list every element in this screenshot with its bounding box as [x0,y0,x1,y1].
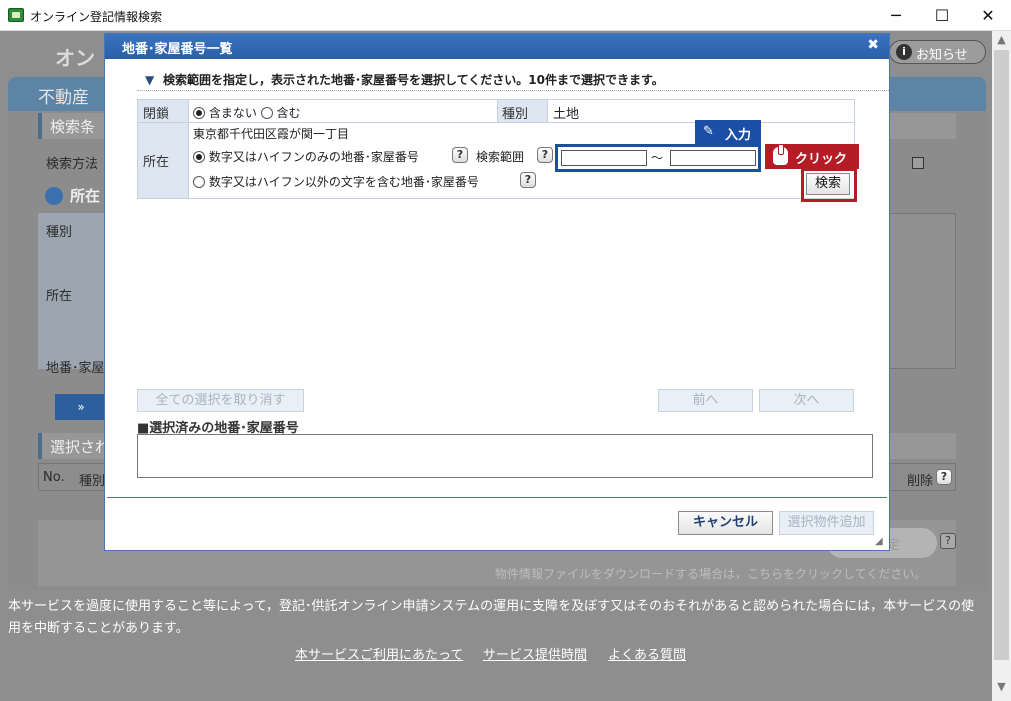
app-icon [8,8,24,22]
location-value: 東京都千代田区霞が関一丁目 [193,127,350,141]
divider [188,100,189,198]
footer-notice: 本サービスを過度に使用すること等によって，登記･供託オンライン申請システムの運用… [8,599,975,636]
input-callout: ✎ 入力 [695,120,761,145]
help-icon[interactable]: ? [520,172,536,188]
kind-value: 土地 [553,107,580,122]
instruction-text: 検索範囲を指定し，表示された地番･家屋番号を選択してください。10件まで選択でき… [163,73,664,87]
add-selected-button[interactable]: 選択物件追加 [779,511,874,535]
notice-label: お知らせ [916,48,968,63]
clear-all-button[interactable]: 全ての選択を取り消す [137,389,304,412]
search-button[interactable]: 検索 [806,173,850,195]
footer-link-faq[interactable]: よくある質問 [608,644,686,663]
scroll-up-icon[interactable]: ▲ [992,33,1011,51]
radio-exclude[interactable] [193,107,205,119]
range-to-input[interactable] [670,150,756,166]
lot-number-dialog: 地番･家屋番号一覧 ✖ ▼ 検索範囲を指定し，表示された地番･家屋番号を選択して… [104,33,890,551]
chevron-down-icon [45,187,63,205]
divider [497,100,498,122]
notice-button[interactable]: i お知らせ [889,40,986,64]
range-from-input[interactable] [561,150,647,166]
dialog-close-icon[interactable]: ✖ [867,37,879,53]
scroll-down-icon[interactable]: ▼ [992,680,1011,698]
bg-checkbox[interactable] [912,157,924,169]
footer-link-usage[interactable]: 本サービスご利用にあたって [295,644,463,663]
help-icon[interactable]: ? [452,147,468,163]
bg-download-link[interactable]: 物件情報ファイルをダウンロードする場合は，こちらをクリックしてください。 [495,565,926,582]
option-numeric-label: 数字又はハイフンのみの地番･家屋番号 [208,150,419,164]
next-button[interactable]: 次へ [759,389,854,412]
help-icon[interactable]: ? [940,533,956,549]
radio-include[interactable] [260,107,273,119]
help-icon[interactable]: ? [936,469,952,485]
divider [547,100,548,122]
bg-header-title: オン [55,46,95,70]
bg-col-kind2: 種別 [79,474,106,489]
radio-numeric[interactable] [193,151,205,163]
scrollbar-thumb[interactable] [994,50,1009,660]
pen-icon: ✎ [703,124,714,139]
bg-band-title: 不動産 [38,88,89,108]
bg-col-kind: 種別 [46,225,73,240]
range-tilde: ～ [651,151,664,165]
option-other-row: 数字又はハイフン以外の文字を含む地番･家屋番号 [193,173,479,190]
resize-grip-icon[interactable]: ◢ [875,536,887,548]
dialog-title: 地番･家屋番号一覧 [122,42,233,57]
click-callout: クリック [765,144,859,169]
maximize-button[interactable]: ☐ [919,0,965,31]
closed-label-cell: 閉鎖 [138,100,188,122]
option-numeric-row: 数字又はハイフンのみの地番･家屋番号 [193,148,419,165]
click-callout-label: クリック [795,152,848,167]
bg-section-title: 検索条 [50,118,96,136]
minimize-button[interactable]: ─ [873,0,919,31]
info-icon: i [896,44,912,60]
cancel-button[interactable]: キャンセル [678,511,773,535]
bg-arrow-button[interactable]: » [55,394,107,420]
prev-button[interactable]: 前へ [658,389,753,412]
closed-label: 閉鎖 [143,107,170,122]
triangle-down-icon: ▼ [145,73,155,87]
hand-cursor-icon [773,144,788,165]
divider [107,497,887,498]
kind-label: 種別 [502,107,529,122]
input-callout-label: 入力 [725,128,752,143]
option-other-label: 数字又はハイフン以外の文字を含む地番･家屋番号 [208,175,479,189]
location-label-cell: 所在 [138,122,188,198]
bg-section-title: 選択され [50,438,111,456]
bg-col-location: 所在 [46,289,73,304]
footer-link-hours[interactable]: サービス提供時間 [483,644,587,663]
window-title: オンライン登記情報検索 [30,10,163,24]
close-button[interactable]: ✕ [965,0,1011,31]
radio-other[interactable] [193,176,205,188]
divider [137,90,889,91]
bg-col-no: No. [43,470,65,485]
radio-include-label: 含む [276,106,301,120]
help-icon[interactable]: ? [537,147,553,163]
kind-label-cell: 種別 [497,100,547,122]
bg-col-delete: 削除 [907,474,934,489]
bg-search-method: 検索方法 [46,157,99,172]
location-label: 所在 [143,155,170,170]
closed-radio-group: 含まない 含む [193,104,301,121]
bg-section-title: 所在 [70,187,101,205]
selected-list-box[interactable] [137,434,873,478]
bg-col-lot: 地番･家屋 [46,361,105,376]
window-titlebar: オンライン登記情報検索 ─ ☐ ✕ [0,0,1011,31]
radio-exclude-label: 含まない [208,106,257,120]
range-label: 検索範囲 [476,150,525,164]
dialog-titlebar: 地番･家屋番号一覧 ✖ [105,34,889,59]
